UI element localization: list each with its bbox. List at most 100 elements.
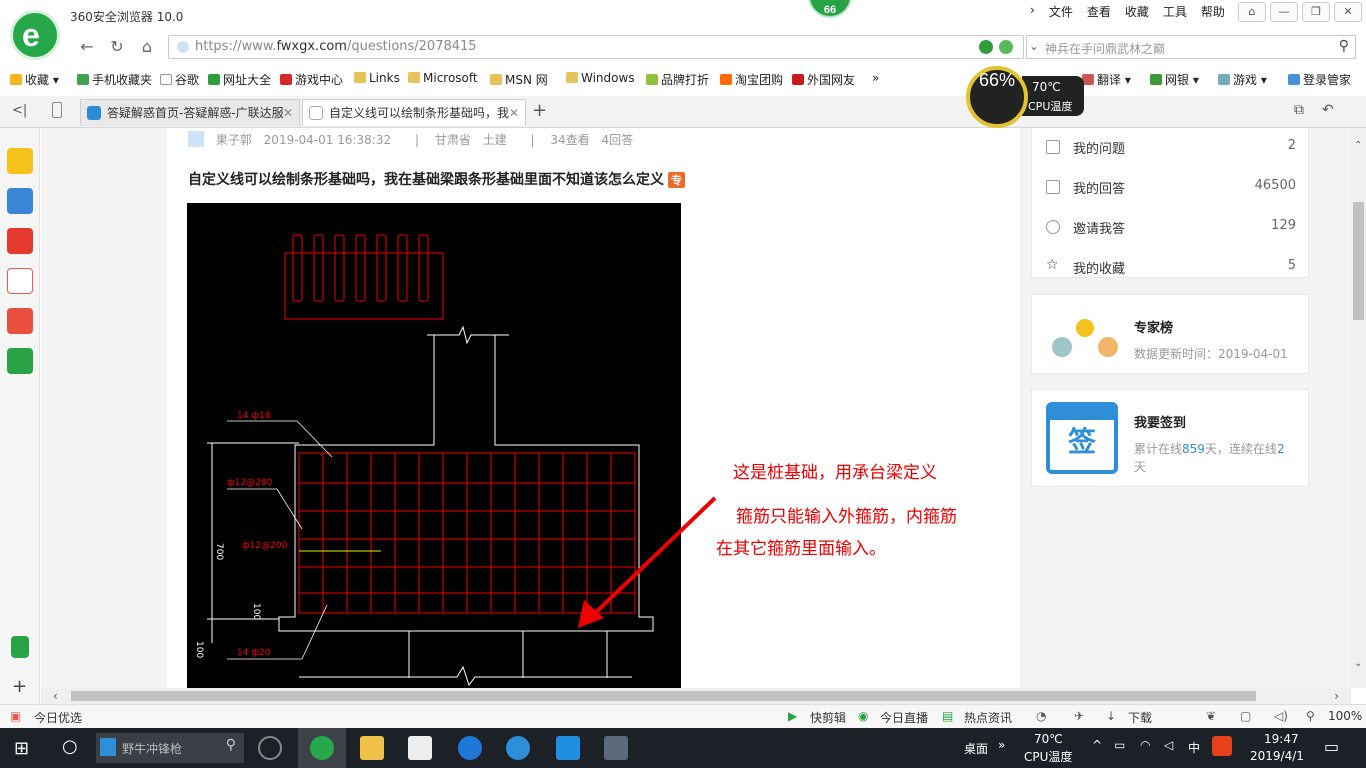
favorites-star-icon[interactable] — [7, 148, 33, 174]
avatar[interactable] — [188, 131, 204, 147]
glodon-icon[interactable] — [506, 736, 530, 760]
speaker-icon[interactable]: ◁ — [1164, 738, 1173, 752]
menu-tools[interactable]: 工具 — [1163, 3, 1187, 23]
taskbar-search-box[interactable]: 野牛冲锋枪 ⚲ — [96, 733, 244, 763]
stat-my-answers[interactable]: 我的回答 46500 — [1046, 168, 1296, 208]
tab-question[interactable]: 自定义线可以绘制条形基础吗，我 ✕ — [302, 99, 526, 126]
menu-view[interactable]: 查看 — [1087, 3, 1111, 23]
minimize-button[interactable]: — — [1270, 2, 1298, 22]
stat-my-favorites[interactable]: ☆ 我的收藏 5 — [1046, 248, 1296, 288]
more-bookmarks-icon[interactable]: » — [872, 71, 879, 85]
maximize-button[interactable]: ❐ — [1302, 2, 1330, 22]
skin-icon[interactable]: ⌂ — [1238, 2, 1266, 22]
news-icon[interactable] — [7, 188, 33, 214]
signin-card[interactable]: 签 我要签到 累计在线859天，连续在线2 天 — [1031, 389, 1309, 487]
new-tab-icon[interactable]: + — [532, 100, 547, 121]
bookmark-item[interactable]: 网银 ▾ — [1150, 71, 1199, 88]
clock-date[interactable]: 2019/4/1 — [1250, 749, 1304, 763]
volume-icon[interactable]: ◁) — [1274, 709, 1288, 723]
ime-indicator[interactable]: 中 — [1188, 739, 1200, 756]
bookmark-item[interactable]: 谷歌 — [160, 71, 199, 88]
video-icon[interactable] — [7, 348, 33, 374]
author-name[interactable]: 果子郭 — [216, 133, 252, 147]
bookmark-item[interactable]: 登录管家 — [1288, 71, 1351, 88]
refresh-icon[interactable]: ↻ — [104, 36, 130, 58]
cpu-widget[interactable]: 70℃ CPU温度 66% — [966, 66, 1084, 128]
bookmark-item[interactable]: 淘宝团购 — [720, 71, 783, 88]
bookmark-item[interactable]: 网址大全 — [208, 71, 271, 88]
today-picks[interactable]: 今日优选 — [34, 709, 82, 726]
status-item[interactable]: 今日直播 — [880, 709, 928, 726]
bookmark-item[interactable]: 游戏中心 — [280, 71, 343, 88]
close-tab-icon[interactable]: ✕ — [509, 100, 519, 126]
bookmark-item[interactable]: Microsoft — [408, 71, 478, 85]
windows-start-icon[interactable]: ⊞ — [14, 738, 29, 759]
home-icon[interactable]: ⌂ — [134, 36, 160, 58]
scroll-thumb[interactable] — [1353, 202, 1364, 320]
chevron-down-icon[interactable]: ⌄ — [1029, 39, 1039, 53]
menu-file[interactable]: 文件 — [1049, 3, 1073, 23]
desktop-label[interactable]: 桌面 — [964, 740, 988, 757]
bookmark-item[interactable]: 收藏 ▾ — [10, 71, 59, 88]
file-explorer-icon[interactable] — [360, 736, 384, 760]
window-icon[interactable]: ▢ — [1240, 709, 1251, 723]
notification-icon[interactable]: ▭ — [1324, 737, 1339, 756]
bookmark-item[interactable]: Windows — [566, 71, 635, 85]
gamepad-icon[interactable] — [7, 308, 33, 334]
horizontal-scrollbar[interactable]: ‹ › — [41, 688, 1351, 704]
vertical-scrollbar[interactable]: ⌃ ⌄ — [1351, 128, 1366, 688]
cortana-icon[interactable]: ○ — [62, 736, 78, 757]
phone-icon[interactable] — [52, 102, 62, 118]
menu-favorites[interactable]: 收藏 — [1125, 3, 1149, 23]
bookmark-item[interactable]: 翻译 ▾ — [1082, 71, 1131, 88]
zoom-level[interactable]: 100% — [1328, 709, 1362, 723]
game-app-icon[interactable] — [604, 736, 628, 760]
bookmark-item[interactable]: 外国网友 — [792, 71, 855, 88]
category[interactable]: 土建 — [483, 133, 507, 147]
status-item[interactable]: 下载 — [1128, 709, 1152, 726]
tab-qa-home[interactable]: 答疑解惑首页-答疑解惑-广联达服 ✕ — [80, 99, 300, 126]
leaf-icon[interactable] — [999, 40, 1013, 54]
sidebar-toggle-icon[interactable]: <| — [12, 103, 27, 118]
close-tab-icon[interactable]: ✕ — [283, 100, 293, 126]
battery-icon[interactable]: ▭ — [1114, 738, 1125, 752]
search-icon[interactable]: ⚲ — [1339, 38, 1349, 54]
address-bar[interactable]: https://www.fwxgx.com/questions/2078415 — [168, 35, 1024, 59]
menu-help[interactable]: 帮助 — [1201, 3, 1225, 23]
gift-icon[interactable]: ▣ — [10, 709, 21, 723]
chevron-right-icon[interactable]: › — [1030, 3, 1035, 23]
tab-list-icon[interactable]: ⧉ — [1294, 102, 1304, 118]
plus-app-icon[interactable] — [556, 736, 580, 760]
add-icon[interactable]: + — [12, 676, 27, 697]
bookmark-item[interactable]: 手机收藏夹 — [77, 71, 152, 88]
search-box[interactable]: ⌄ 神兵在手问鼎武林之巅 ⚲ — [1026, 35, 1356, 59]
back-icon[interactable]: ← — [74, 36, 100, 58]
double-chevron-icon[interactable]: » — [998, 738, 1005, 752]
chevron-up-icon[interactable]: ^ — [1092, 738, 1102, 752]
mail-icon[interactable] — [408, 736, 432, 760]
zoom-icon[interactable]: ⚲ — [1306, 709, 1315, 723]
clock-time[interactable]: 19:47 — [1264, 732, 1299, 746]
status-item[interactable]: 热点资讯 — [964, 709, 1012, 726]
stat-my-questions[interactable]: 我的问题 2 — [1046, 128, 1296, 168]
close-button[interactable]: ✕ — [1334, 2, 1362, 22]
expert-ranking-card[interactable]: 专家榜 数据更新时间：2019-04-01 — [1031, 294, 1309, 374]
bookmark-item[interactable]: 游戏 ▾ — [1218, 71, 1267, 88]
scroll-thumb[interactable] — [71, 691, 1256, 701]
security-shield-icon[interactable] — [979, 40, 993, 54]
clipboard-icon[interactable] — [11, 636, 29, 658]
pin-icon[interactable]: ✈ — [1074, 709, 1084, 723]
mail-icon[interactable] — [7, 268, 33, 294]
leaf-icon[interactable]: ❦ — [1206, 709, 1216, 723]
bookmark-item[interactable]: 品牌打折 — [646, 71, 709, 88]
browser-logo-icon[interactable]: e — [10, 10, 60, 60]
bookmark-item[interactable]: Links — [354, 71, 400, 85]
bookmark-item[interactable]: MSN 网 — [490, 71, 548, 88]
status-item[interactable]: 快剪辑 — [810, 709, 846, 726]
taskbar-active-app[interactable] — [298, 728, 346, 768]
sogou-icon[interactable] — [1212, 736, 1232, 756]
browser-g-icon[interactable] — [258, 736, 282, 760]
wifi-icon[interactable]: ◠ — [1140, 738, 1150, 752]
weibo-icon[interactable] — [7, 228, 33, 254]
undo-close-icon[interactable]: ↶ — [1322, 102, 1334, 118]
